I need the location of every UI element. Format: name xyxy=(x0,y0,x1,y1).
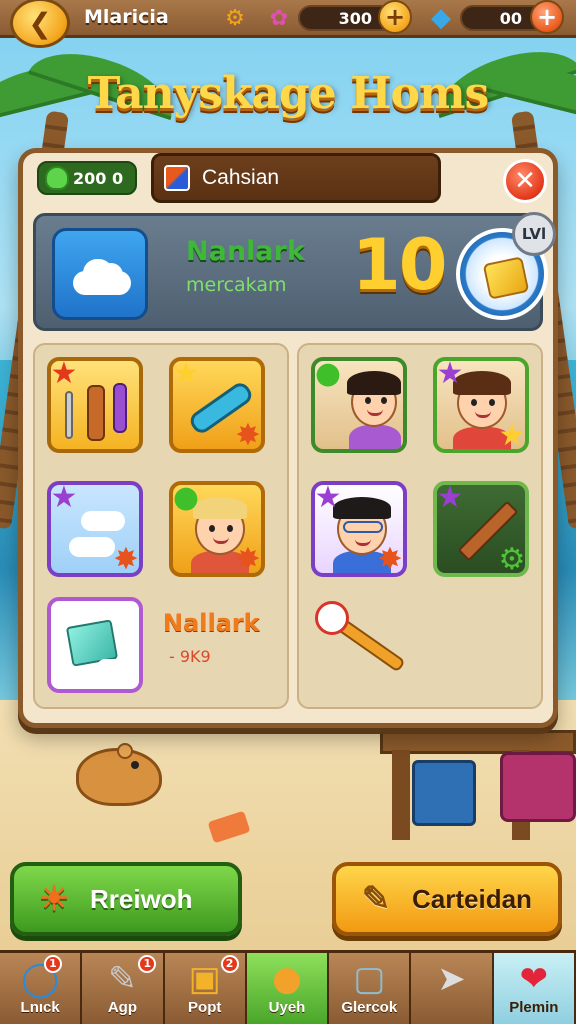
level-subtitle: mercakam xyxy=(186,274,287,296)
cloud-icon xyxy=(81,511,125,531)
gem-balance: 200 0 xyxy=(73,168,124,188)
profile-name-box[interactable]: Cahsian xyxy=(151,153,441,203)
star-icon: ★ xyxy=(50,357,78,391)
level-number: 10 xyxy=(352,224,447,306)
flower-icon[interactable]: ✿ xyxy=(264,3,294,33)
close-button[interactable]: ✕ xyxy=(503,159,547,203)
gem-balance-badge: 200 0 xyxy=(37,161,137,195)
item-character-boy[interactable]: ★ ★ xyxy=(433,357,529,453)
player-name: Mlaricia xyxy=(84,6,169,28)
inventory-grid-left: ★ ★ ✸ ★ ✸ ● ✸ Nallark - 9K9 xyxy=(33,343,289,709)
bonus-name: Nallark xyxy=(163,609,260,637)
star-icon: ★ xyxy=(498,418,526,453)
item-character-girl[interactable]: ● xyxy=(311,357,407,453)
potion-icon xyxy=(113,383,127,433)
key-item[interactable] xyxy=(309,597,419,697)
customize-button[interactable]: ✎ Carteidan xyxy=(332,862,562,936)
flag-icon xyxy=(164,165,190,191)
heart-icon: ❤ xyxy=(519,959,549,999)
item-blue-tool-card[interactable]: ★ ✸ xyxy=(169,357,265,453)
notification-badge: 1 xyxy=(44,955,62,973)
bottle-icon xyxy=(87,385,105,441)
level-title: Nanlark xyxy=(186,236,305,267)
close-icon: ✕ xyxy=(514,166,536,196)
item-clouds-card[interactable]: ★ ✸ xyxy=(47,481,143,577)
sun-gear-icon[interactable]: ⚙ xyxy=(220,3,250,33)
add-coins-button[interactable]: + xyxy=(378,0,412,34)
review-button-label: Rreiwoh xyxy=(90,883,193,914)
nav-tab-label: Glercok xyxy=(341,999,398,1016)
profile-panel: 200 0 Cahsian ✕ Nanlark mercakam 10 LVl … xyxy=(18,148,558,728)
cloud-tile-icon xyxy=(52,228,148,320)
burst-icon: ✸ xyxy=(235,418,261,453)
star-icon: ★ xyxy=(314,481,342,515)
top-bar: ❮ Mlaricia ⚙ ✿ 300 + ◆ 00 + xyxy=(0,0,576,48)
item-pencil-card[interactable]: ★ ⚙ xyxy=(433,481,529,577)
bottom-nav: ◯ 1 Lnıck ✎ 1 Agp ▣ 2 Popt ● Uyeh ▢ Gler… xyxy=(0,950,576,1024)
table-leg xyxy=(392,750,410,840)
nav-tab-uyeh[interactable]: ● Uyeh xyxy=(246,953,330,1024)
review-button[interactable]: ☀ Rreiwoh xyxy=(10,862,242,936)
star-icon: ★ xyxy=(172,357,200,391)
nav-tab-lnick[interactable]: ◯ 1 Lnıck xyxy=(0,953,83,1024)
key-head-icon xyxy=(315,601,349,635)
add-gems-button[interactable]: + xyxy=(530,0,564,34)
green-orb-icon: ● xyxy=(172,481,200,515)
nav-tab-label: Popt xyxy=(188,999,222,1016)
gem-count: 00 xyxy=(499,8,522,28)
star-icon: ★ xyxy=(436,481,464,515)
diamond-icon: ◆ xyxy=(431,3,451,33)
gear-icon: ⚙ xyxy=(498,542,526,577)
level-card: Nanlark mercakam 10 LVl xyxy=(33,212,556,331)
chevron-left-icon: ❮ xyxy=(28,6,52,40)
burst-icon: ✸ xyxy=(113,542,139,577)
burst-icon: ✸ xyxy=(377,542,403,577)
nav-tab-label: Plemin xyxy=(509,999,559,1016)
back-button[interactable]: ❮ xyxy=(10,0,70,48)
blue-crate xyxy=(412,760,476,826)
star-icon: ★ xyxy=(50,481,78,515)
notification-badge: 2 xyxy=(220,955,239,973)
star-icon: ★ xyxy=(436,357,464,391)
crayon-icon: ✎ xyxy=(361,880,391,918)
glasses-icon xyxy=(343,521,383,533)
item-tools-card[interactable]: ★ xyxy=(47,357,143,453)
level-badge: LVl xyxy=(512,212,556,256)
nav-tab-glercok[interactable]: ▢ Glercok xyxy=(329,953,412,1024)
lock-icon: ▢ xyxy=(353,959,386,999)
nav-tab-label: Uyeh xyxy=(268,999,306,1016)
nav-tab-map[interactable]: ➤ xyxy=(411,953,494,1024)
customize-button-label: Carteidan xyxy=(412,883,532,914)
inventory-grid-right: ● ★ ★ ★ ✸ ★ ⚙ xyxy=(297,343,543,709)
burst-icon: ✸ xyxy=(235,542,261,577)
plus-icon: + xyxy=(536,3,558,31)
item-character-blonde[interactable]: ● ✸ xyxy=(169,481,265,577)
sun-icon: ☀ xyxy=(38,880,70,918)
notification-badge: 1 xyxy=(138,955,157,973)
pink-crate xyxy=(500,752,576,822)
map-pin-icon: ➤ xyxy=(437,959,466,999)
item-character-glasses[interactable]: ★ ✸ xyxy=(311,481,407,577)
nav-tab-popt[interactable]: ▣ 2 Popt xyxy=(164,953,247,1024)
green-orb-icon: ● xyxy=(314,357,342,391)
nav-tab-label: Lnıck xyxy=(20,999,60,1016)
cloud-icon xyxy=(97,659,131,675)
item-ice-block-card[interactable] xyxy=(47,597,143,693)
game-title: Tanyskage Homs xyxy=(87,68,490,119)
nav-tab-plemin[interactable]: ❤ Plemin xyxy=(493,953,576,1024)
hamster-character xyxy=(76,743,162,806)
nav-tab-label: Agp xyxy=(107,999,137,1016)
green-gem-icon xyxy=(45,166,69,190)
coin-count: 300 xyxy=(338,8,372,28)
bonus-subtitle: - 9K9 xyxy=(169,647,211,666)
profile-name: Cahsian xyxy=(202,166,280,189)
balloon-icon: ● xyxy=(272,959,302,999)
nav-tab-agp[interactable]: ✎ 1 Agp xyxy=(82,953,165,1024)
knife-icon xyxy=(65,391,73,439)
plus-icon: + xyxy=(384,3,406,31)
